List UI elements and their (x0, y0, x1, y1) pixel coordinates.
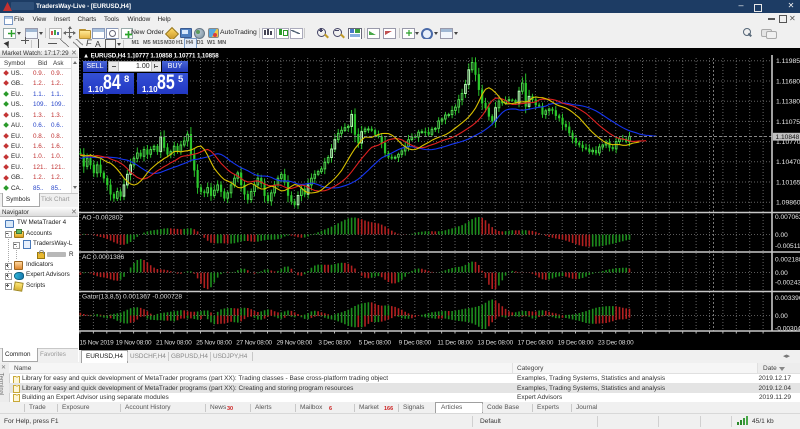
svg-text:19 Nov 08:00: 19 Nov 08:00 (116, 340, 152, 347)
svg-text:0.007062: 0.007062 (775, 214, 800, 221)
svg-text:9 Dec 08:00: 9 Dec 08:00 (399, 340, 432, 347)
svg-text:1.10470: 1.10470 (776, 159, 800, 166)
svg-text:11 Dec 08:00: 11 Dec 08:00 (437, 340, 473, 347)
svg-text:0.00: 0.00 (775, 232, 788, 239)
svg-text:AO -0.002802: AO -0.002802 (82, 215, 123, 222)
svg-text:25 Nov 08:00: 25 Nov 08:00 (196, 340, 232, 347)
svg-text:1.11985: 1.11985 (776, 58, 800, 65)
svg-text:3 Dec 08:00: 3 Dec 08:00 (318, 340, 351, 347)
svg-text:21 Nov 08:00: 21 Nov 08:00 (156, 340, 192, 347)
svg-text:17 Dec 08:00: 17 Dec 08:00 (518, 340, 554, 347)
svg-text:27 Nov 08:00: 27 Nov 08:00 (236, 340, 272, 347)
svg-text:-0.005113: -0.005113 (775, 243, 800, 250)
svg-text:13 Dec 08:00: 13 Dec 08:00 (477, 340, 513, 347)
svg-text:Gator(13,8,5) 0.001367 -0.0007: Gator(13,8,5) 0.001367 -0.000728 (82, 294, 182, 301)
svg-text:-0.002438: -0.002438 (775, 279, 800, 286)
svg-text:1.10848: 1.10848 (776, 134, 800, 141)
svg-text:1.11075: 1.11075 (776, 119, 800, 126)
svg-text:0.003396: 0.003396 (775, 295, 800, 302)
svg-text:1.09860: 1.09860 (776, 200, 800, 207)
svg-text:0.00: 0.00 (775, 270, 788, 277)
svg-text:-0.003042: -0.003042 (775, 325, 800, 332)
svg-text:0.00: 0.00 (775, 313, 788, 320)
svg-text:19 Dec 08:00: 19 Dec 08:00 (558, 340, 594, 347)
svg-text:1.10165: 1.10165 (776, 179, 800, 186)
svg-text:15 Nov 2019: 15 Nov 2019 (80, 340, 115, 347)
svg-text:▲ EURUSD,H4 1.10777 1.10858: ▲ EURUSD,H4 1.10777 1.10858 1.10771 1.10… (83, 52, 219, 59)
svg-text:5 Dec 08:00: 5 Dec 08:00 (359, 340, 392, 347)
svg-text:1.11680: 1.11680 (776, 78, 800, 85)
svg-text:0.0021885: 0.0021885 (775, 256, 800, 263)
svg-text:1.11380: 1.11380 (776, 99, 800, 106)
svg-text:AC 0.0001386: AC 0.0001386 (82, 254, 124, 261)
svg-text:29 Nov 08:00: 29 Nov 08:00 (276, 340, 312, 347)
svg-text:23 Dec 08:00: 23 Dec 08:00 (598, 340, 634, 347)
